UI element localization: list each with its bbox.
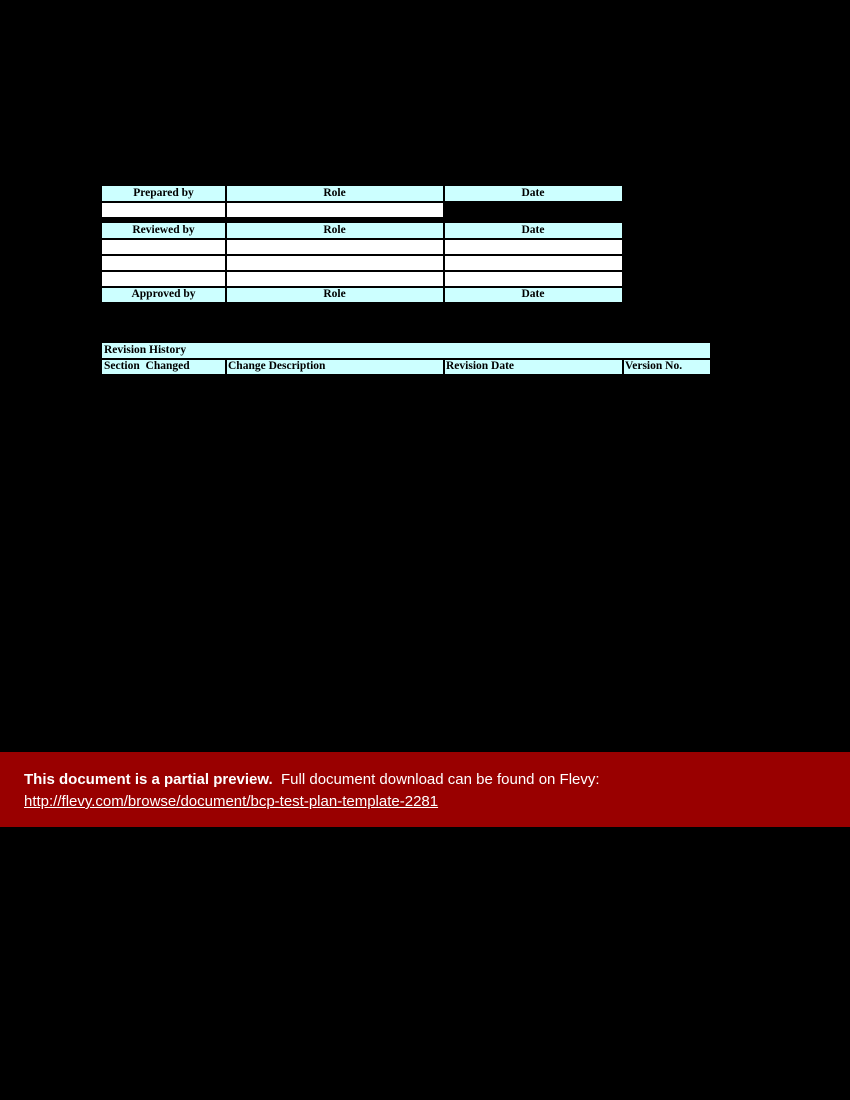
approval-signoff-table: Prepared by Role Date Reviewed by Role D… [100, 184, 624, 304]
column-header-change-description: Change Description [224, 357, 445, 376]
banner-url-line: http://flevy.com/browse/document/bcp-tes… [24, 791, 850, 812]
prepared-by-date-label: Date [442, 184, 624, 203]
prepared-by-name-cell[interactable] [100, 200, 227, 219]
column-header-version-no: Version No. [621, 357, 712, 376]
revision-history-title: Revision History [100, 341, 712, 360]
revision-history-title-row: Revision History [100, 341, 712, 360]
reviewer-name-cell-1[interactable] [100, 237, 227, 256]
table-row: Approved by Role Date [100, 285, 624, 304]
table-row [100, 253, 624, 272]
banner-headline-rest: Full document download can be found on F… [272, 771, 600, 788]
approved-by-label: Approved by [100, 285, 227, 304]
approved-by-date-label: Date [442, 285, 624, 304]
flevy-document-link[interactable]: http://flevy.com/browse/document/bcp-tes… [24, 793, 438, 810]
table-row: Reviewed by Role Date [100, 221, 624, 240]
reviewer-role-cell-3[interactable] [224, 269, 445, 288]
banner-headline-strong: This document is a partial preview. [24, 771, 273, 788]
reviewer-role-cell-1[interactable] [224, 237, 445, 256]
reviewer-date-cell-1[interactable] [442, 237, 624, 256]
reviewed-by-date-label: Date [442, 221, 624, 240]
column-header-section-changed: Section Changed [100, 357, 227, 376]
revision-history-header-row: Section Changed Change Description Revis… [100, 357, 712, 376]
prepared-by-role-cell[interactable] [224, 200, 445, 219]
table-row [100, 200, 624, 219]
prepared-by-label: Prepared by [100, 184, 227, 203]
revision-history-table: Revision History Section Changed Change … [100, 341, 712, 376]
approved-by-role-label: Role [224, 285, 445, 304]
table-row: Prepared by Role Date [100, 184, 624, 203]
reviewer-date-cell-3[interactable] [442, 269, 624, 288]
document-page: Prepared by Role Date Reviewed by Role D… [0, 0, 850, 1100]
reviewer-name-cell-2[interactable] [100, 253, 227, 272]
column-header-revision-date: Revision Date [442, 357, 624, 376]
reviewer-role-cell-2[interactable] [224, 253, 445, 272]
prepared-by-date-cell[interactable] [442, 200, 624, 219]
reviewer-name-cell-3[interactable] [100, 269, 227, 288]
banner-headline: This document is a partial preview. Full… [24, 769, 850, 791]
prepared-by-role-label: Role [224, 184, 445, 203]
table-row [100, 237, 624, 256]
partial-preview-banner: This document is a partial preview. Full… [0, 752, 850, 827]
reviewer-date-cell-2[interactable] [442, 253, 624, 272]
table-row [100, 269, 624, 288]
reviewed-by-role-label: Role [224, 221, 445, 240]
reviewed-by-label: Reviewed by [100, 221, 227, 240]
